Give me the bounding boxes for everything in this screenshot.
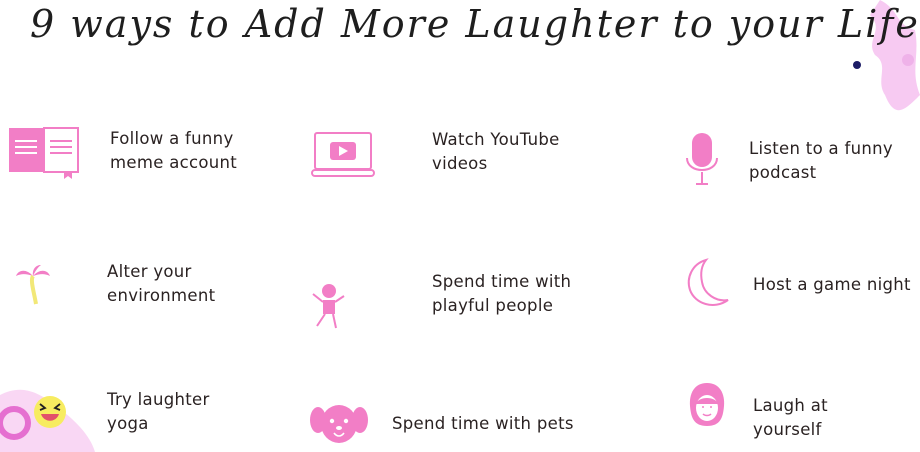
girl-face-icon (689, 383, 725, 426)
jumping-person-icon (312, 284, 345, 329)
tip-label: Laugh at yourself (753, 396, 828, 439)
tip-label: Listen to a funny podcast (749, 139, 893, 182)
laughing-emoji-icon (34, 396, 66, 428)
tip-label: Spend time with playful people (432, 272, 572, 315)
navy-dot (853, 61, 861, 69)
tip-label: Follow a funny meme account (110, 129, 238, 172)
dog-icon (310, 405, 368, 443)
page-title: 9 ways to Add More Laughter to your Life (30, 2, 920, 46)
tip-label: Watch YouTube videos (432, 130, 560, 173)
moon-icon (687, 258, 729, 306)
tip-label: Alter your environment (107, 262, 216, 305)
tip-label: Host a game night (753, 275, 911, 294)
book-icon (9, 127, 79, 179)
tip-label: Spend time with pets (392, 414, 574, 433)
palm-tree-icon (16, 265, 50, 305)
laptop-play-icon (311, 132, 375, 177)
tip-label: Try laughter yoga (107, 390, 210, 433)
microphone-icon (686, 133, 718, 185)
